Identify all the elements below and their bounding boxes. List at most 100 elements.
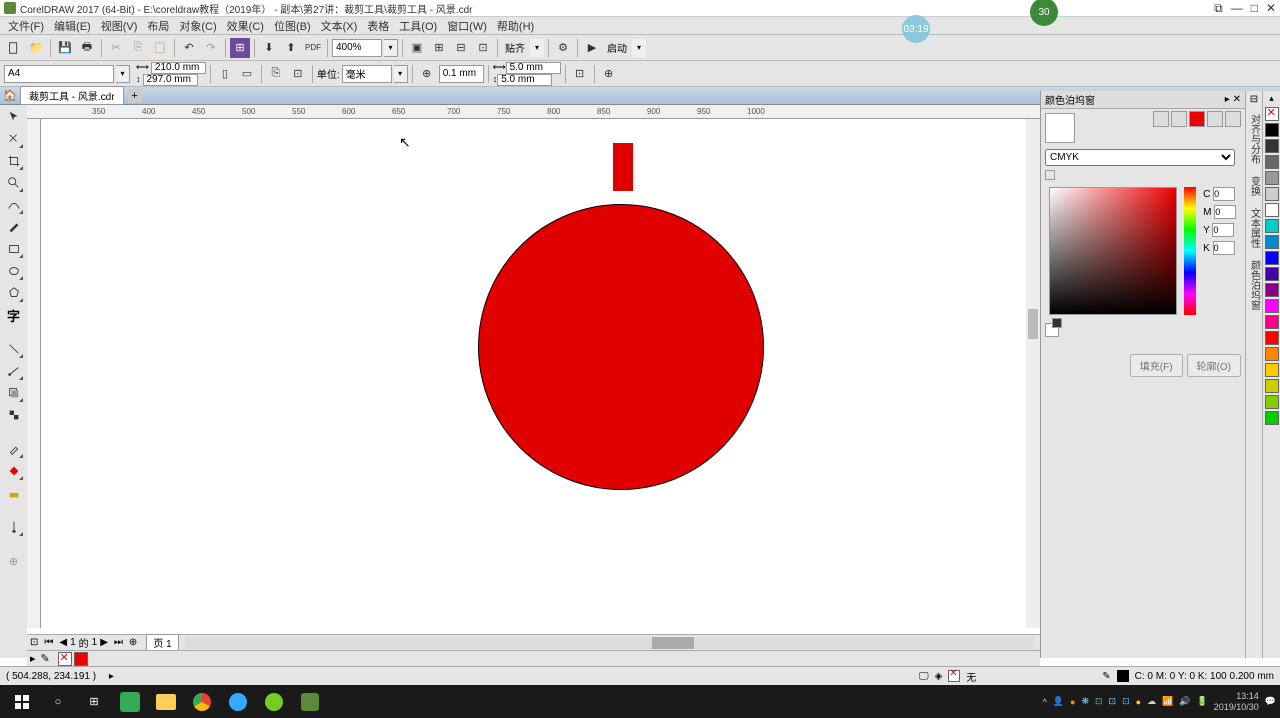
- rectangle-shape[interactable]: [613, 143, 633, 191]
- close-icon[interactable]: ✕: [1266, 1, 1276, 15]
- snap-label[interactable]: 贴齐: [502, 40, 528, 55]
- menu-view[interactable]: 视图(V): [97, 18, 142, 34]
- proof-icon[interactable]: 🖵: [919, 671, 929, 682]
- tray-icon[interactable]: ⊡: [1095, 696, 1103, 707]
- y-input[interactable]: [1212, 223, 1234, 237]
- dup-x[interactable]: [506, 62, 561, 74]
- palette-arrow-icon[interactable]: ▸: [27, 652, 39, 665]
- color-swatch[interactable]: [1265, 395, 1279, 409]
- dup-y[interactable]: [497, 74, 552, 86]
- artistic-media-tool[interactable]: [4, 217, 24, 237]
- doc-color-swatch[interactable]: [74, 652, 88, 666]
- color-swatch[interactable]: [1265, 299, 1279, 313]
- maximize-icon[interactable]: □: [1251, 1, 1258, 15]
- docker-collapse-icon[interactable]: ▸: [1225, 94, 1230, 105]
- taskview-icon[interactable]: ⊞: [76, 688, 112, 716]
- dimension-tool[interactable]: [4, 339, 24, 359]
- rectangle-tool[interactable]: [4, 239, 24, 259]
- battery-icon[interactable]: 🔋: [1197, 696, 1208, 707]
- status-next-icon[interactable]: ▸: [109, 671, 114, 682]
- new-tab-icon[interactable]: +: [128, 89, 142, 103]
- add-tool-icon[interactable]: ⊕: [4, 551, 24, 571]
- all-pages-icon[interactable]: ⎘: [266, 64, 286, 84]
- nudge-input[interactable]: [439, 65, 484, 83]
- app2-icon[interactable]: [220, 688, 256, 716]
- add-page-icon[interactable]: ⊕: [126, 637, 140, 648]
- options-icon[interactable]: ⚙: [553, 38, 573, 58]
- menu-icon[interactable]: [1225, 111, 1241, 127]
- color-swatch[interactable]: [1265, 363, 1279, 377]
- doc-tab-1[interactable]: 裁剪工具 - 风景.cdr: [20, 86, 124, 105]
- page-tab[interactable]: 页 1: [146, 634, 178, 651]
- open-icon[interactable]: 📁: [26, 38, 46, 58]
- viewer-mode-icon[interactable]: [1189, 111, 1205, 127]
- cut-icon[interactable]: ✂: [106, 38, 126, 58]
- people-icon[interactable]: 👤: [1053, 696, 1064, 707]
- color-swatch[interactable]: [1265, 235, 1279, 249]
- redo-icon[interactable]: ↷: [201, 38, 221, 58]
- ellipse-tool[interactable]: [4, 261, 24, 281]
- guidelines-icon[interactable]: ⊟: [451, 38, 471, 58]
- freehand-tool[interactable]: [4, 195, 24, 215]
- app1-icon[interactable]: [112, 688, 148, 716]
- docker-expand-icon[interactable]: ⊟: [1250, 91, 1258, 108]
- color-swatch[interactable]: [1265, 139, 1279, 153]
- transparency-tool[interactable]: [4, 405, 24, 425]
- docker-close-icon[interactable]: ✕: [1233, 94, 1241, 105]
- connector-tool[interactable]: [4, 361, 24, 381]
- fill-swatch-status[interactable]: ◈: [935, 671, 943, 682]
- color-swatch[interactable]: [1265, 155, 1279, 169]
- current-page-icon[interactable]: ⊡: [288, 64, 308, 84]
- tab-align[interactable]: 对齐与分布: [1246, 108, 1263, 170]
- color-swatch[interactable]: [1265, 331, 1279, 345]
- launch-dropdown[interactable]: ▾: [632, 39, 646, 57]
- menu-edit[interactable]: 编辑(E): [50, 18, 95, 34]
- color-swatch[interactable]: [1265, 187, 1279, 201]
- restore-icon[interactable]: ⧉: [1214, 1, 1223, 16]
- unit-dropdown[interactable]: ▾: [394, 65, 408, 83]
- tray-up-icon[interactable]: ^: [1043, 697, 1047, 707]
- zoom-dropdown[interactable]: ▾: [384, 39, 398, 57]
- home-icon[interactable]: 🏠: [2, 89, 18, 103]
- paper-size[interactable]: [4, 65, 114, 83]
- page-options-icon[interactable]: ⊡: [27, 637, 41, 648]
- drop-shadow-tool[interactable]: [4, 383, 24, 403]
- snap-icon[interactable]: ⊡: [473, 38, 493, 58]
- circle-shape[interactable]: [478, 204, 764, 490]
- fill-outline-swatch[interactable]: [1045, 323, 1059, 337]
- landscape-icon[interactable]: ▭: [237, 64, 257, 84]
- tab-transform[interactable]: 变换: [1246, 170, 1263, 202]
- tray-icon[interactable]: ●: [1070, 697, 1075, 707]
- launch-icon[interactable]: ▶: [582, 38, 602, 58]
- canvas-area[interactable]: ↖: [41, 119, 1040, 628]
- launch-label[interactable]: 启动: [604, 40, 630, 55]
- menu-window[interactable]: 窗口(W): [443, 18, 491, 34]
- eyedropper-icon[interactable]: ✎: [41, 652, 55, 666]
- color-swatch[interactable]: [1265, 219, 1279, 233]
- horizontal-scrollbar[interactable]: [185, 637, 1034, 649]
- color-swatch[interactable]: [1265, 251, 1279, 265]
- notifications-icon[interactable]: 💬: [1265, 696, 1276, 707]
- paste-icon[interactable]: 📋: [150, 38, 170, 58]
- fill-tool[interactable]: [4, 461, 24, 481]
- polygon-tool[interactable]: [4, 283, 24, 303]
- eyedropper-tool[interactable]: [4, 439, 24, 459]
- next-page-icon[interactable]: ▶: [97, 637, 111, 648]
- clock-date[interactable]: 2019/10/30: [1214, 702, 1259, 713]
- coreldraw-taskbar-icon[interactable]: [292, 688, 328, 716]
- new-icon[interactable]: [4, 38, 24, 58]
- palette-up-icon[interactable]: ▴: [1263, 91, 1280, 106]
- copy-icon[interactable]: ⎘: [128, 38, 148, 58]
- outline-tool[interactable]: [4, 517, 24, 537]
- wifi-icon[interactable]: 📶: [1162, 696, 1173, 707]
- no-color-swatch[interactable]: ✕: [1265, 107, 1279, 121]
- no-fill-swatch[interactable]: ✕: [58, 652, 72, 666]
- color-swatch[interactable]: [1265, 123, 1279, 137]
- bluetooth-icon[interactable]: ⊡: [1122, 696, 1130, 707]
- menu-help[interactable]: 帮助(H): [493, 18, 538, 34]
- tab-color[interactable]: 颜色泊坞窗: [1246, 254, 1263, 316]
- fill-button[interactable]: 填充(F): [1130, 354, 1183, 377]
- outline-pen-icon[interactable]: ✎: [1102, 671, 1110, 682]
- page-width[interactable]: [151, 62, 206, 74]
- menu-effects[interactable]: 效果(C): [223, 18, 268, 34]
